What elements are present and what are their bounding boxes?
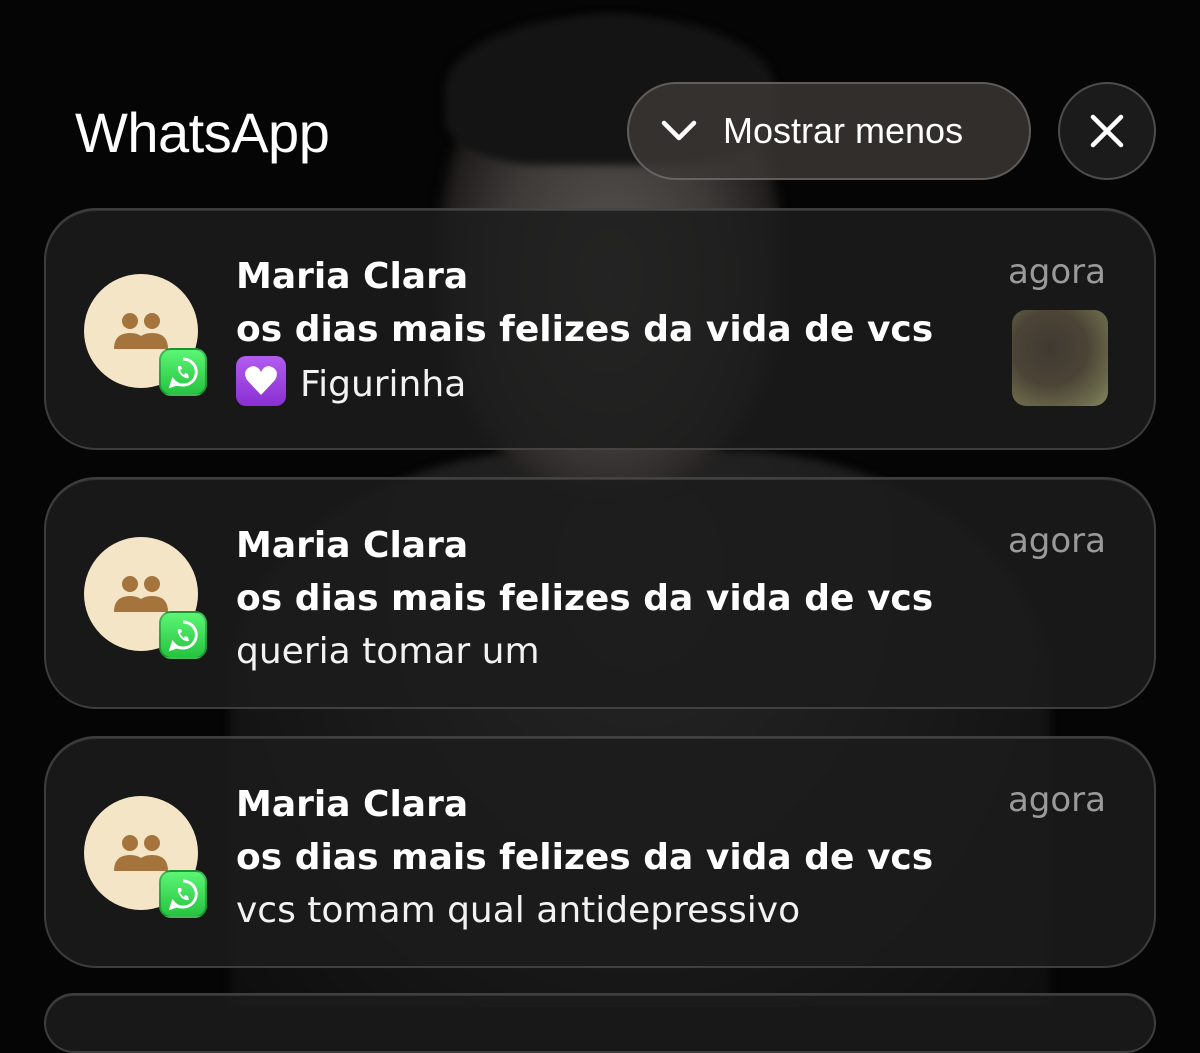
app-group-title: WhatsApp <box>75 101 330 164</box>
sender-name: Maria Clara <box>236 256 469 297</box>
timestamp: agora <box>1007 521 1106 561</box>
message-preview: Figurinha <box>236 356 996 411</box>
notification-card[interactable]: Maria Clara os dias mais felizes da vida… <box>44 736 1156 968</box>
group-people-icon <box>114 835 168 871</box>
message-preview: vcs tomam qual antidepressivo <box>236 890 801 931</box>
close-icon <box>1090 114 1124 148</box>
notification-card[interactable]: Maria Clara os dias mais felizes da vida… <box>44 477 1156 709</box>
sender-name: Maria Clara <box>236 784 469 825</box>
notification-content: Maria Clara os dias mais felizes da vida… <box>236 250 996 411</box>
close-button[interactable] <box>1058 82 1156 180</box>
show-less-label: Mostrar menos <box>723 110 964 151</box>
purple-heart-icon <box>236 356 286 406</box>
group-people-icon <box>114 576 168 612</box>
whatsapp-icon <box>159 870 207 918</box>
message-preview: queria tomar um <box>236 631 540 672</box>
whatsapp-icon <box>159 348 207 396</box>
show-less-button[interactable]: Mostrar menos <box>627 82 1031 180</box>
notification-card[interactable]: Maria Clara os dias mais felizes da vida… <box>44 208 1156 450</box>
notification-card-partial[interactable] <box>44 993 1156 1053</box>
sender-name: Maria Clara <box>236 525 469 566</box>
message-text: Figurinha <box>300 364 467 405</box>
group-name: os dias mais felizes da vida de vcs <box>236 578 934 619</box>
sticker-thumbnail <box>1012 310 1108 406</box>
chevron-down-icon <box>661 120 697 141</box>
group-people-icon <box>114 313 168 349</box>
whatsapp-icon <box>159 611 207 659</box>
group-name: os dias mais felizes da vida de vcs <box>236 837 934 878</box>
notification-content: Maria Clara os dias mais felizes da vida… <box>236 778 996 937</box>
notification-content: Maria Clara os dias mais felizes da vida… <box>236 519 996 678</box>
timestamp: agora <box>1007 252 1106 292</box>
group-name: os dias mais felizes da vida de vcs <box>236 309 934 350</box>
timestamp: agora <box>1007 780 1106 820</box>
